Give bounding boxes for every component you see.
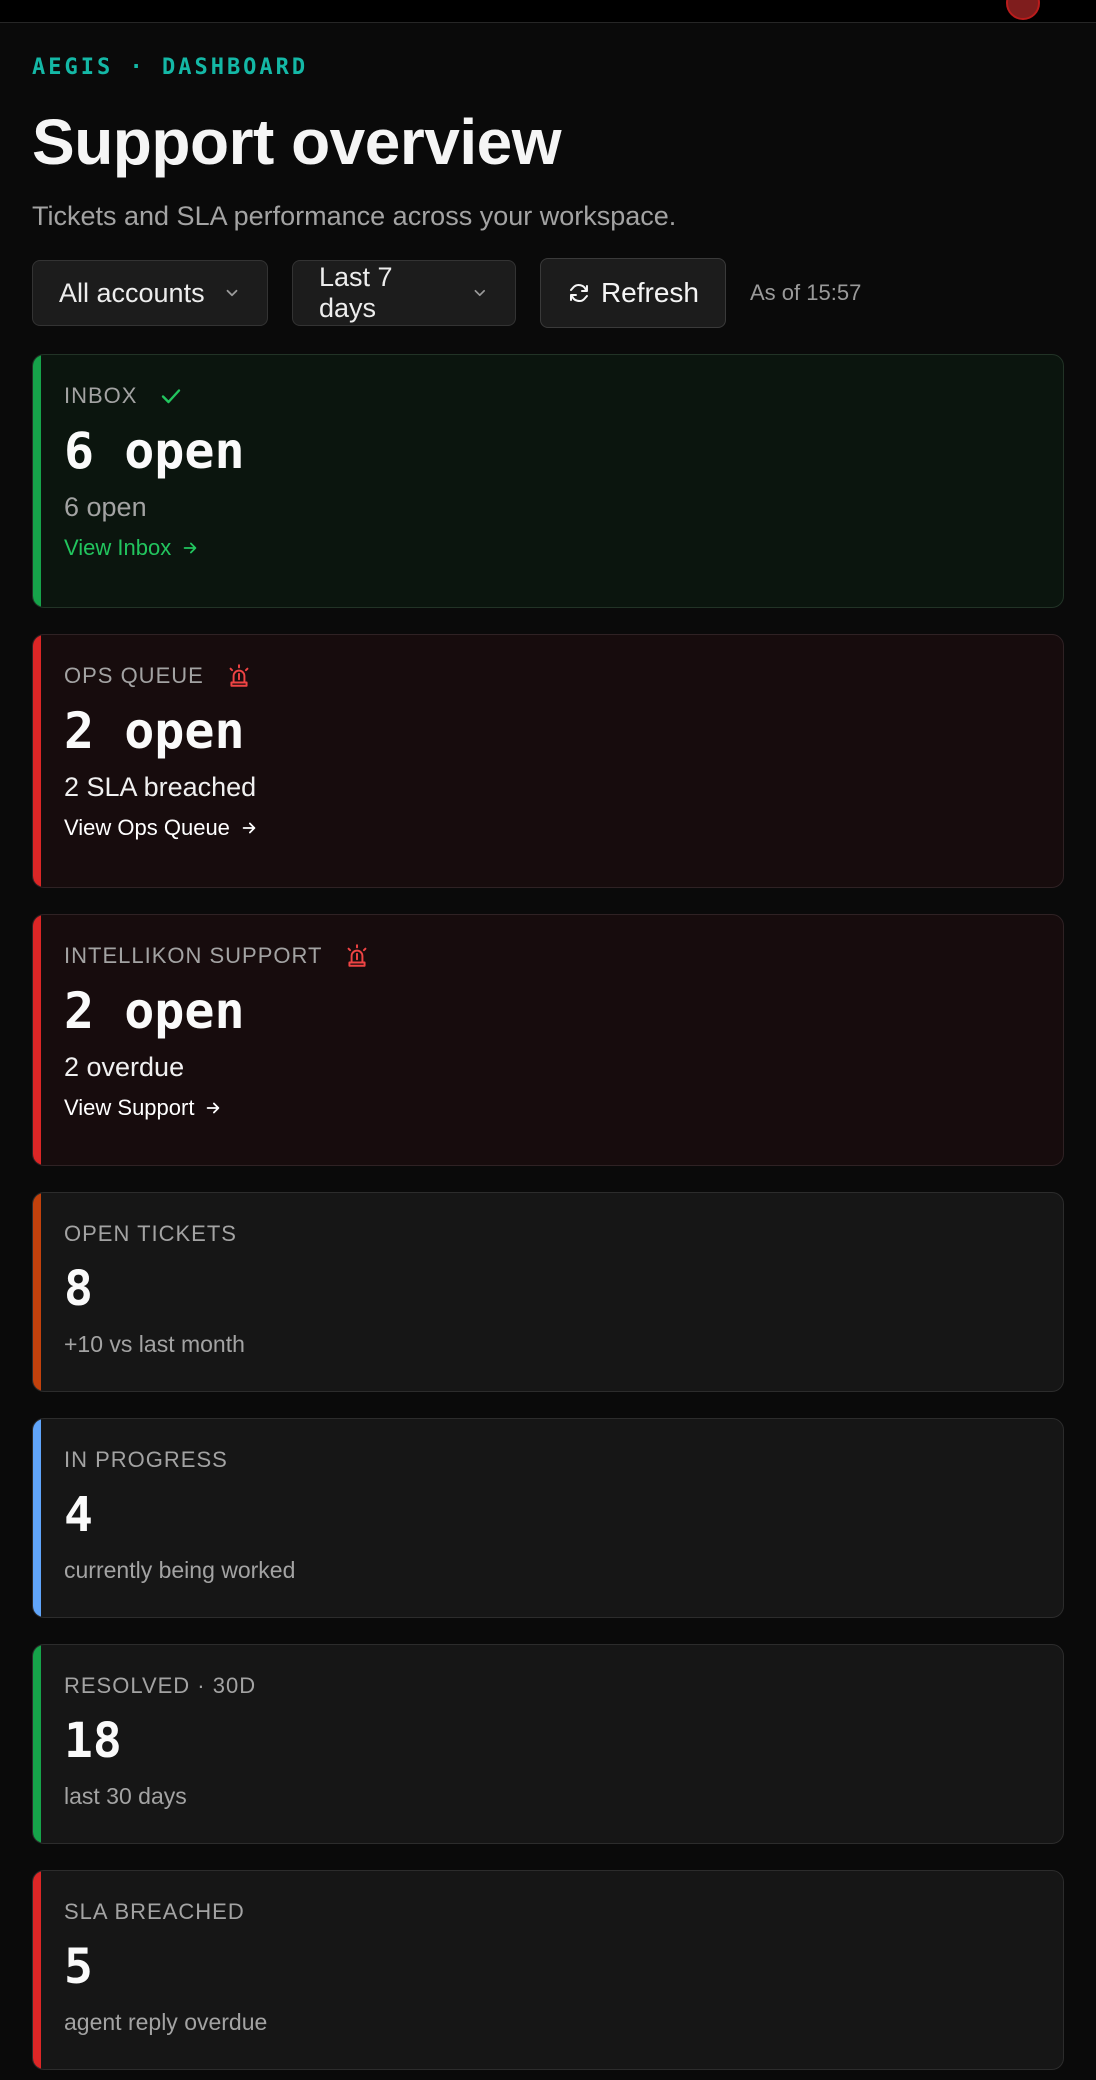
card-accent-bar xyxy=(33,915,41,1165)
stat-label: IN PROGRESS xyxy=(64,1447,228,1472)
arrow-right-icon xyxy=(183,542,197,554)
queue-card-inbox[interactable]: INBOX 6 open 6 open View Inbox xyxy=(32,354,1064,608)
card-subtext: 2 SLA breached xyxy=(64,772,257,802)
stat-value: 18 xyxy=(64,1713,122,1769)
card-accent-bar xyxy=(33,1419,41,1617)
card-accent-bar xyxy=(33,355,41,607)
card-accent-bar xyxy=(33,1871,41,2069)
card-value: 2 open xyxy=(64,702,245,760)
stat-value: 5 xyxy=(64,1939,93,1995)
card-value: 6 open xyxy=(64,422,245,480)
refresh-icon xyxy=(569,284,588,302)
check-icon xyxy=(159,384,183,408)
refresh-button[interactable]: Refresh xyxy=(540,258,726,328)
chevron-down-icon xyxy=(226,289,237,297)
stat-subtext: agent reply overdue xyxy=(64,2009,268,2035)
card-label: OPS QUEUE xyxy=(64,663,204,688)
refresh-label: Refresh xyxy=(600,277,699,308)
stat-card-in-progress: IN PROGRESS 4 currently being worked xyxy=(32,1418,1064,1618)
stat-card-resolved: RESOLVED · 30D 18 last 30 days xyxy=(32,1644,1064,1844)
account-select-value: All accounts xyxy=(59,277,205,308)
card-value: 2 open xyxy=(64,982,245,1040)
chevron-down-icon xyxy=(474,289,486,297)
stat-subtext: currently being worked xyxy=(64,1557,296,1583)
link-label: View Support xyxy=(64,1095,195,1120)
stat-subtext: +10 vs last month xyxy=(64,1331,245,1357)
card-subtext: 6 open xyxy=(64,492,147,522)
stat-label: SLA BREACHED xyxy=(64,1899,245,1924)
link-label: View Ops Queue xyxy=(64,815,230,840)
siren-icon xyxy=(344,943,370,969)
range-select[interactable]: Last 7 days xyxy=(292,260,516,326)
account-select[interactable]: All accounts xyxy=(32,260,268,326)
eyebrow-label: AEGIS · DASHBOARD xyxy=(32,55,309,80)
card-accent-bar xyxy=(33,1645,41,1843)
queue-card-support[interactable]: INTELLIKON SUPPORT 2 open 2 overdue View… xyxy=(32,914,1064,1166)
arrow-right-icon xyxy=(207,1102,220,1114)
view-support-link[interactable]: View Support xyxy=(64,1093,1063,1123)
avatar[interactable] xyxy=(1006,0,1040,20)
stat-label: OPEN TICKETS xyxy=(64,1221,237,1246)
stat-value: 8 xyxy=(64,1261,93,1317)
view-ops-queue-link[interactable]: View Ops Queue xyxy=(64,813,1063,843)
stat-card-sla-breached: SLA BREACHED 5 agent reply overdue xyxy=(32,1870,1064,2070)
card-accent-bar xyxy=(33,1193,41,1391)
filter-toolbar: All accounts Last 7 days Refresh As of 1… xyxy=(32,258,1064,328)
card-label: INBOX xyxy=(64,383,138,408)
stat-subtext: last 30 days xyxy=(64,1783,187,1809)
main-content: AEGIS · DASHBOARD Support overview Ticke… xyxy=(32,22,1064,2070)
stat-label: RESOLVED · 30D xyxy=(64,1673,257,1698)
view-inbox-link[interactable]: View Inbox xyxy=(64,533,1063,563)
card-accent-bar xyxy=(33,635,41,887)
arrow-right-icon xyxy=(242,822,256,834)
stat-value: 4 xyxy=(64,1487,93,1543)
stat-card-open-tickets: OPEN TICKETS 8 +10 vs last month xyxy=(32,1192,1064,1392)
as-of-timestamp: As of 15:57 xyxy=(750,280,862,305)
link-label: View Inbox xyxy=(64,535,172,560)
siren-icon xyxy=(226,663,252,689)
card-subtext: 2 overdue xyxy=(64,1052,185,1082)
range-select-value: Last 7 days xyxy=(319,262,393,323)
page-title: Support overview xyxy=(32,106,562,178)
queue-card-ops[interactable]: OPS QUEUE 2 open 2 SLA breached View Ops… xyxy=(32,634,1064,888)
top-bar xyxy=(0,0,1096,23)
page-subtitle: Tickets and SLA performance across your … xyxy=(32,201,677,231)
card-label: INTELLIKON SUPPORT xyxy=(64,943,323,968)
